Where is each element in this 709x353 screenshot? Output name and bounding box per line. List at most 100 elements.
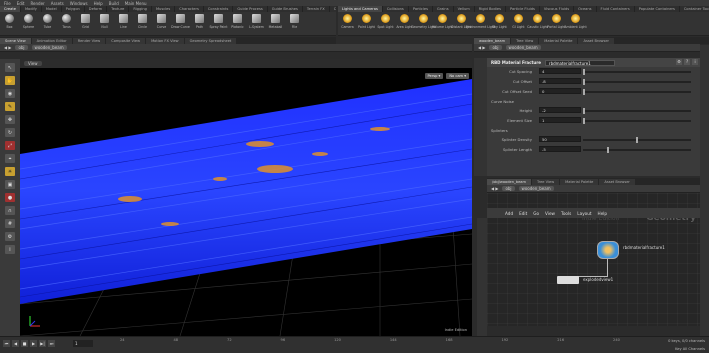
menu-item[interactable]: File — [4, 1, 11, 6]
network-back-icon[interactable]: ◀ ▶ — [491, 186, 498, 191]
stop-icon[interactable]: ■ — [21, 340, 28, 347]
shelf-tool[interactable]: File — [285, 14, 304, 29]
params-path-node[interactable]: wooden_beam — [505, 45, 541, 50]
info-icon[interactable]: i — [692, 59, 698, 65]
shelf-tool[interactable]: L-System — [247, 14, 266, 29]
shelf-tool[interactable]: Environment Light — [466, 14, 495, 29]
back-icon[interactable]: ◀ ▶ — [4, 45, 11, 50]
slider-knob[interactable] — [583, 79, 585, 85]
last-frame-icon[interactable]: ⏭ — [48, 340, 55, 347]
snap-tool-icon[interactable]: ⌖ — [5, 154, 15, 163]
network-path-node[interactable]: wooden_beam — [518, 186, 554, 191]
shelf-tool[interactable]: Platonic — [228, 14, 247, 29]
shelf-tool[interactable]: Box — [0, 14, 19, 29]
timeline-ruler[interactable]: 24 48 72 96 120 144 168 192 216 240 — [120, 338, 620, 344]
shelf-tab[interactable]: Particle Fluids — [506, 6, 540, 12]
view-tool-icon[interactable]: ◉ — [5, 89, 15, 98]
path-node[interactable]: wooden_beam — [31, 45, 67, 50]
shelf-tool[interactable]: Volume Light — [432, 14, 453, 29]
shelf-tab[interactable]: Cloud FX — [330, 6, 336, 12]
node-name-field[interactable]: rbdmaterialfracture1 — [544, 59, 615, 66]
shelf-tool[interactable]: Sky Light — [490, 14, 509, 29]
shelf-tool[interactable]: Spot Light — [376, 14, 395, 29]
viewport-label[interactable]: View — [24, 61, 42, 66]
shelf-tab[interactable]: Muscles — [152, 6, 176, 12]
param-slider[interactable] — [583, 108, 691, 114]
play-icon[interactable]: ▶ — [30, 340, 37, 347]
param-slider[interactable] — [583, 118, 691, 124]
network-menu-item[interactable]: Tools — [561, 211, 571, 216]
shelf-tab[interactable]: Deform — [85, 6, 108, 12]
shelf-tab[interactable]: Modify — [21, 6, 42, 12]
shelf-tool[interactable]: Point Light — [357, 14, 376, 29]
param-value-field[interactable]: -2 — [539, 107, 581, 113]
shelf-tool[interactable]: Caustic Light — [527, 14, 548, 29]
param-slider[interactable] — [583, 137, 691, 143]
menu-item[interactable]: Render — [30, 1, 44, 6]
shelf-tab[interactable]: Oceans — [574, 6, 597, 12]
shelf-tool[interactable]: GI Light — [509, 14, 528, 29]
param-value-field[interactable]: -5 — [539, 146, 581, 152]
shelf-tab[interactable]: Terrain FX — [303, 6, 330, 12]
shelf-tab[interactable]: Collisions — [383, 6, 409, 12]
shelf-tab[interactable]: Grains — [433, 6, 454, 12]
slider-knob[interactable] — [636, 137, 638, 143]
move-tool-icon[interactable]: ✥ — [5, 115, 15, 124]
shelf-tool[interactable]: Ambient Light — [564, 14, 587, 29]
menu-item[interactable]: Edit — [17, 1, 25, 6]
light-tool-icon[interactable]: ☀ — [5, 167, 15, 176]
settings-tool-icon[interactable]: ⚙ — [5, 232, 15, 241]
rotate-tool-icon[interactable]: ↻ — [5, 128, 15, 137]
menu-item[interactable]: Main Menu — [125, 1, 147, 6]
slider-knob[interactable] — [583, 108, 585, 114]
shelf-tab[interactable]: Fluid Containers — [597, 6, 635, 12]
shelf-tab[interactable]: Rigging — [129, 6, 152, 12]
shelf-tab[interactable]: Model — [42, 6, 62, 12]
shelf-tool[interactable]: Null — [95, 14, 114, 29]
shelf-tab[interactable]: Container Tools — [680, 6, 709, 12]
param-slider[interactable] — [583, 147, 691, 153]
param-slider[interactable] — [583, 69, 691, 75]
shelf-tool[interactable]: Camera — [338, 14, 357, 29]
param-value-field[interactable]: .8 — [539, 78, 581, 84]
network-menu-item[interactable]: Help — [598, 211, 608, 216]
menu-item[interactable]: Build — [109, 1, 119, 6]
slider-knob[interactable] — [607, 147, 610, 153]
shelf-tab[interactable]: Create — [0, 6, 21, 12]
path-obj[interactable]: obj — [15, 45, 28, 50]
network-menu-item[interactable]: Add — [505, 211, 513, 216]
shelf-tab[interactable]: Texture — [107, 6, 130, 12]
slider-knob[interactable] — [583, 89, 585, 95]
param-value-field[interactable]: 0 — [539, 88, 581, 94]
shelf-tab[interactable]: Polygon — [62, 6, 85, 12]
magnet-tool-icon[interactable]: ∩ — [5, 206, 15, 215]
record-tool-icon[interactable]: ● — [5, 193, 15, 202]
network-menu-item[interactable]: View — [545, 211, 555, 216]
shelf-tool[interactable]: Grid — [76, 14, 95, 29]
cam-menu[interactable]: No cam ▾ — [446, 73, 469, 79]
3d-viewport[interactable]: View Persp ▾ No cam ▾ Indie Edition — [20, 59, 472, 336]
current-frame-field[interactable]: 1 — [73, 340, 93, 347]
params-back-icon[interactable]: ◀ ▶ — [478, 45, 485, 50]
shelf-tool[interactable]: Line — [114, 14, 133, 29]
next-frame-icon[interactable]: ▶| — [39, 340, 46, 347]
shelf-tool[interactable]: Torus — [57, 14, 76, 29]
shelf-tool[interactable]: Spray Paint — [209, 14, 228, 29]
shelf-tool[interactable]: Curve — [152, 14, 171, 29]
param-value-field[interactable]: 4 — [539, 68, 581, 74]
shelf-tool[interactable]: Geometry Light — [411, 14, 436, 29]
shelf-tab[interactable]: Viscous Fluids — [540, 6, 575, 12]
prev-frame-icon[interactable]: ◀ — [12, 340, 19, 347]
persp-menu[interactable]: Persp ▾ — [424, 73, 444, 79]
network-menu-item[interactable]: Edit — [519, 211, 527, 216]
shelf-tool[interactable]: Tube — [38, 14, 57, 29]
shelf-tab[interactable]: Characters — [175, 6, 204, 12]
slider-knob[interactable] — [583, 118, 585, 124]
param-value-field[interactable]: 50 — [539, 136, 581, 142]
first-frame-icon[interactable]: ⏮ — [3, 340, 10, 347]
shelf-tool[interactable]: Draw Curve — [171, 14, 190, 29]
shelf-tab[interactable]: Populate Containers — [635, 6, 680, 12]
shelf-tab[interactable]: Particles — [409, 6, 433, 12]
params-path-obj[interactable]: obj — [489, 45, 502, 50]
select-tool-icon[interactable]: ↖ — [5, 63, 15, 72]
